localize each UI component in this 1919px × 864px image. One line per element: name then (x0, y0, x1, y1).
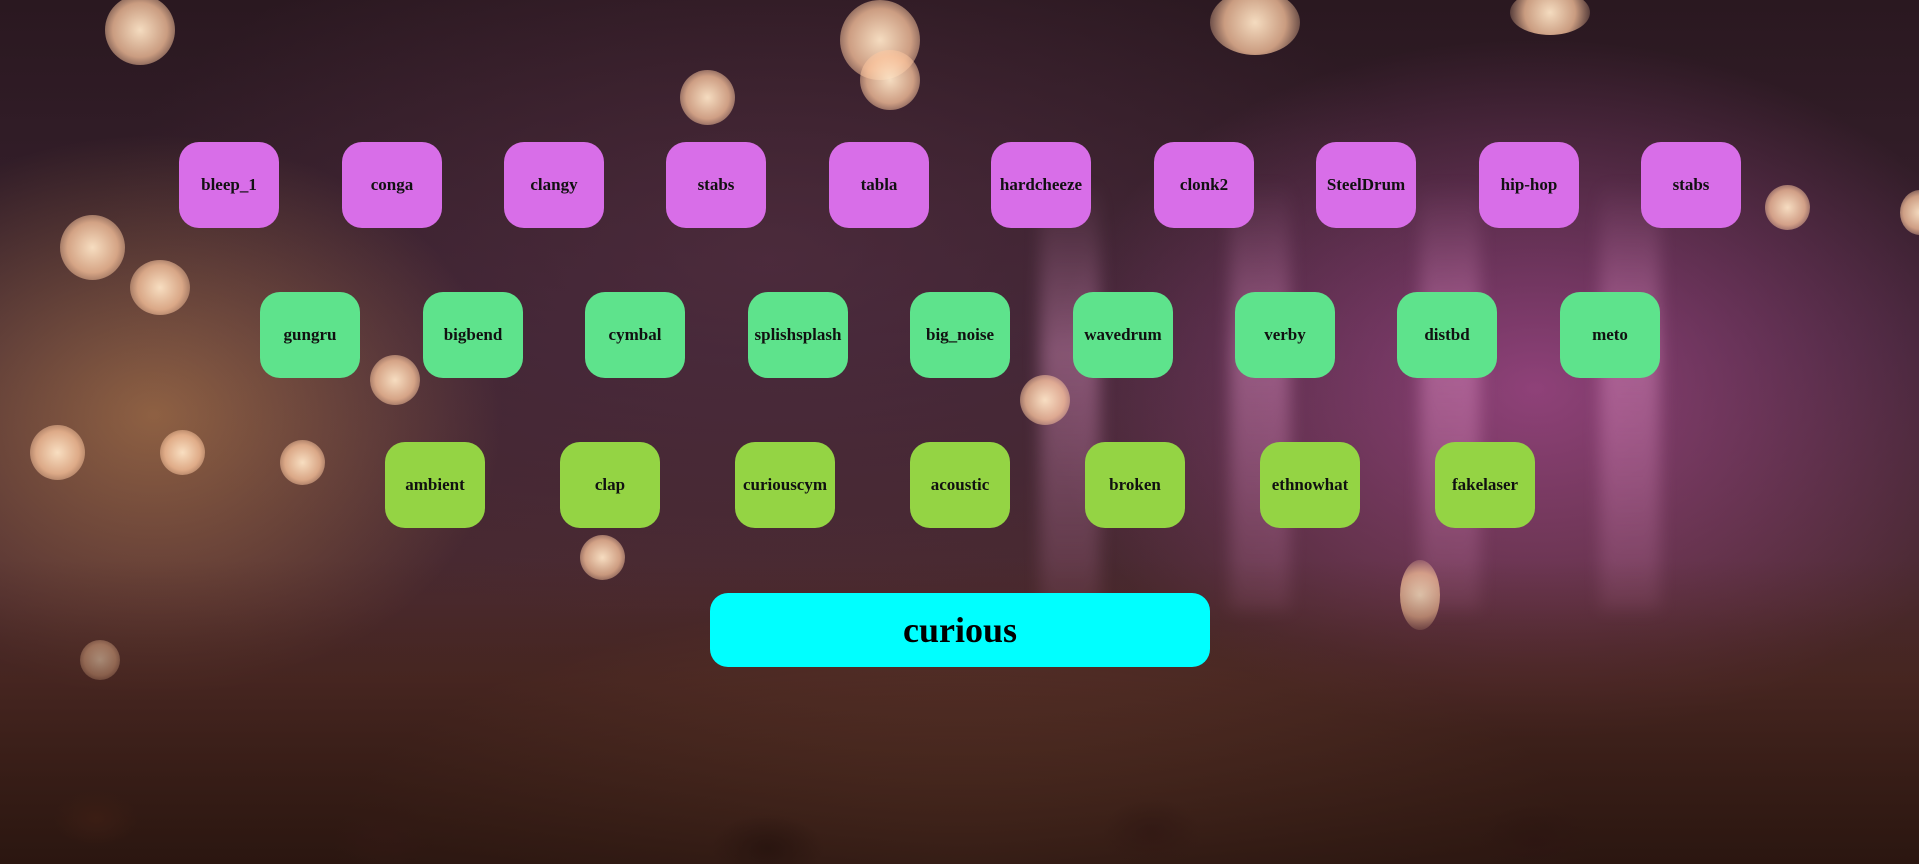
bokeh-light (280, 440, 325, 485)
bokeh-light (1210, 0, 1300, 55)
bokeh-light (680, 70, 735, 125)
stage-light-beam (1230, 180, 1290, 610)
drum-pad[interactable]: meto (1560, 292, 1660, 378)
bokeh-light (130, 260, 190, 315)
bokeh-light (370, 355, 420, 405)
drum-pad[interactable]: broken (1085, 442, 1185, 528)
drum-pad[interactable]: big_noise (910, 292, 1010, 378)
drum-pad[interactable]: wavedrum (1073, 292, 1173, 378)
drum-pad[interactable]: verby (1235, 292, 1335, 378)
drum-pad[interactable]: clonk2 (1154, 142, 1254, 228)
drum-pad[interactable]: distbd (1397, 292, 1497, 378)
drum-pad[interactable]: ambient (385, 442, 485, 528)
drum-pad[interactable]: splishsplash (748, 292, 848, 378)
drum-pad[interactable]: ethnowhat (1260, 442, 1360, 528)
drum-pad[interactable]: bleep_1 (179, 142, 279, 228)
bokeh-light (580, 535, 625, 580)
stage-light-beam (1420, 180, 1480, 610)
drum-pad[interactable]: acoustic (910, 442, 1010, 528)
drum-pad[interactable]: hip-hop (1479, 142, 1579, 228)
stage-light-beam (1040, 180, 1100, 610)
bokeh-light (105, 0, 175, 65)
drum-pad[interactable]: SteelDrum (1316, 142, 1416, 228)
bokeh-light (60, 215, 125, 280)
drum-pad[interactable]: clap (560, 442, 660, 528)
bokeh-light (30, 425, 85, 480)
bokeh-light (80, 640, 120, 680)
drum-pad[interactable]: conga (342, 142, 442, 228)
bokeh-light (1400, 560, 1440, 630)
bokeh-light (860, 50, 920, 110)
drum-pad[interactable]: gungru (260, 292, 360, 378)
drum-pad[interactable]: fakelaser (1435, 442, 1535, 528)
bokeh-light (160, 430, 205, 475)
drum-pad[interactable]: hardcheeze (991, 142, 1091, 228)
drum-pad[interactable]: clangy (504, 142, 604, 228)
drum-pad[interactable]: stabs (1641, 142, 1741, 228)
bokeh-light (1020, 375, 1070, 425)
drum-pad[interactable]: bigbend (423, 292, 523, 378)
bokeh-light (1510, 0, 1590, 35)
bokeh-light (840, 0, 920, 80)
sound-name-display: curious (710, 593, 1210, 667)
bokeh-light (1900, 190, 1919, 235)
drum-pad[interactable]: tabla (829, 142, 929, 228)
drum-pad[interactable]: stabs (666, 142, 766, 228)
bokeh-light (1765, 185, 1810, 230)
stage-light-beam (1600, 180, 1660, 610)
drum-pad[interactable]: curiouscym (735, 442, 835, 528)
drum-pad[interactable]: cymbal (585, 292, 685, 378)
concert-background: bleep_1 conga clangy stabs tabla hardche… (0, 0, 1919, 864)
